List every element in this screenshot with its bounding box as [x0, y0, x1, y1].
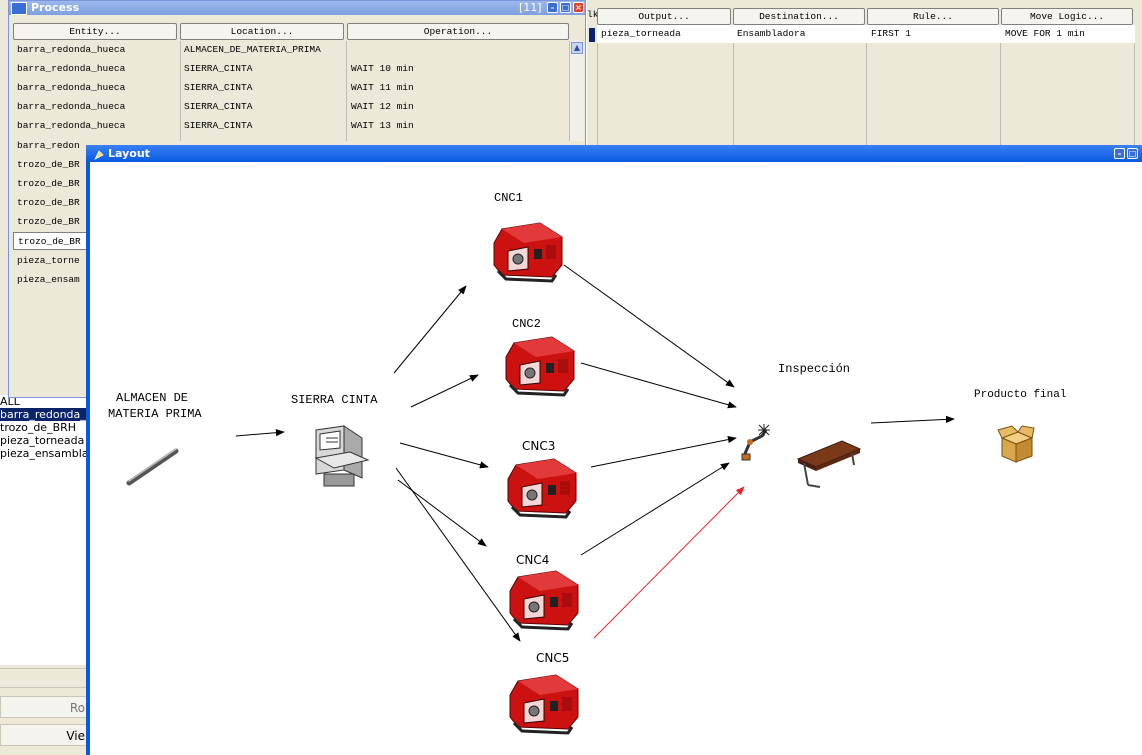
column-divider [1000, 26, 1001, 146]
path-sierra-cnc2 [410, 374, 479, 408]
table-cell[interactable]: barra_redonda_hueca [13, 98, 179, 116]
sierra-label: SIERRA CINTA [291, 393, 378, 407]
column-divider [866, 26, 867, 146]
inspeccion-label: Inspección [778, 362, 851, 376]
path-cnc3-inspeccion [590, 436, 737, 468]
vie-button[interactable]: Vie [0, 724, 88, 746]
process-counter: [11] [519, 1, 542, 14]
path-cnc2-inspeccion [580, 362, 737, 409]
divider [0, 668, 88, 688]
almacen-label-line2: MATERIA PRIMA [108, 407, 202, 421]
table-cell[interactable]: pieza_ensam [13, 271, 91, 289]
cnc1-label: CNC1 [494, 191, 523, 205]
table-cell[interactable]: Ensambladora [733, 25, 867, 43]
cnc1-machine-icon [492, 221, 564, 283]
row-selector[interactable] [589, 28, 595, 42]
close-icon[interactable]: × [573, 2, 584, 13]
maximize-icon[interactable]: □ [560, 2, 571, 13]
table-cell[interactable]: WAIT 12 min [347, 98, 569, 116]
cnc3-machine-icon [506, 457, 578, 519]
cnc5-machine-icon [508, 673, 580, 735]
list-item[interactable]: pieza_torneada [0, 434, 88, 447]
entity-list: ALL barra_redonda_hueca trozo_de_BRH pie… [0, 395, 90, 665]
cnc5-label: CNC5 [536, 651, 570, 665]
path-sierra-cnc3 [399, 442, 489, 469]
table-cell[interactable]: barra_redon [13, 137, 91, 155]
almacen-bar-icon [126, 448, 179, 486]
ro-button[interactable]: Ro [0, 696, 88, 718]
routing-panel: lk Output... Destination... Rule... Move… [587, 0, 1142, 146]
producto-final-label: Producto final [974, 389, 1067, 401]
list-item[interactable]: trozo_de_BRH [0, 421, 88, 434]
entity-column-button[interactable]: Entity... [13, 23, 177, 40]
rule-column-button[interactable]: Rule... [867, 8, 999, 25]
cnc2-machine-icon [504, 335, 576, 397]
vertical-scrollbar[interactable]: ▲ [569, 41, 584, 141]
layout-canvas[interactable] [86, 145, 1142, 755]
column-divider [733, 26, 734, 146]
table-cell[interactable]: WAIT 11 min [347, 79, 569, 97]
table-cell[interactable]: trozo_de_BR [13, 232, 91, 250]
table-cell[interactable]: trozo_de_BR [13, 213, 91, 231]
process-title: Process [31, 1, 80, 14]
table-cell[interactable]: barra_redonda_hueca [13, 41, 179, 59]
scroll-up-icon[interactable]: ▲ [571, 42, 583, 54]
path-cnc1-inspeccion [563, 264, 735, 388]
table-cell[interactable]: barra_redonda_hueca [13, 117, 179, 135]
process-title-bar: Process [11] – □ × [9, 1, 585, 15]
table-cell[interactable]: SIERRA_CINTA [180, 117, 346, 135]
cnc4-label: CNC4 [516, 553, 550, 567]
path-sierra-cnc5 [395, 467, 521, 642]
operation-column-button[interactable]: Operation... [347, 23, 569, 40]
table-cell[interactable]: barra_redonda_hueca [13, 79, 179, 97]
move-logic-column-button[interactable]: Move Logic... [1001, 8, 1133, 25]
path-sierra-cnc1 [393, 285, 467, 374]
list-item[interactable]: barra_redonda_hueca [0, 408, 88, 421]
table-cell[interactable]: WAIT 10 min [347, 60, 569, 78]
table-cell[interactable]: pieza_torneada [597, 25, 733, 43]
path-inspeccion-producto [870, 415, 955, 424]
layout-window: Layout – □ ALMACEN DE MATERIA PRIMA SIER… [86, 145, 1142, 755]
list-item[interactable]: pieza_ensamblada [0, 447, 88, 460]
column-divider [1134, 26, 1135, 146]
product-box-icon [997, 425, 1035, 463]
table-cell[interactable] [347, 41, 569, 59]
table-cell[interactable]: MOVE FOR 1 min [1001, 25, 1135, 43]
cnc3-label: CNC3 [522, 439, 556, 453]
table-cell[interactable]: trozo_de_BR [13, 156, 91, 174]
destination-column-button[interactable]: Destination... [733, 8, 865, 25]
table-cell[interactable]: trozo_de_BR [13, 194, 91, 212]
table-cell[interactable]: SIERRA_CINTA [180, 60, 346, 78]
table-cell[interactable]: SIERRA_CINTA [180, 98, 346, 116]
table-cell[interactable]: FIRST 1 [867, 25, 1001, 43]
path-cnc5-inspeccion [593, 486, 745, 639]
cnc2-label: CNC2 [512, 317, 541, 331]
robot-arm-icon [741, 424, 770, 461]
process-window-icon [11, 2, 27, 15]
path-cnc4-inspeccion [580, 462, 730, 556]
output-column-button[interactable]: Output... [597, 8, 731, 25]
cnc4-machine-icon [508, 569, 580, 631]
table-cell[interactable]: pieza_torne [13, 252, 91, 270]
table-cell[interactable]: barra_redonda_hueca [13, 60, 179, 78]
table-cell[interactable]: WAIT 13 min [347, 117, 569, 135]
almacen-label-line1: ALMACEN DE [116, 391, 189, 405]
table-cell[interactable]: SIERRA_CINTA [180, 79, 346, 97]
minimize-icon[interactable]: – [547, 2, 558, 13]
location-column-button[interactable]: Location... [180, 23, 344, 40]
inspection-table-icon [796, 440, 862, 488]
table-cell[interactable]: trozo_de_BR [13, 175, 91, 193]
path-almacen-sierra [235, 429, 285, 437]
band-saw-icon [314, 425, 370, 487]
row-selector-column [587, 26, 598, 146]
table-cell[interactable]: ALMACEN_DE_MATERIA_PRIMA [180, 41, 346, 59]
